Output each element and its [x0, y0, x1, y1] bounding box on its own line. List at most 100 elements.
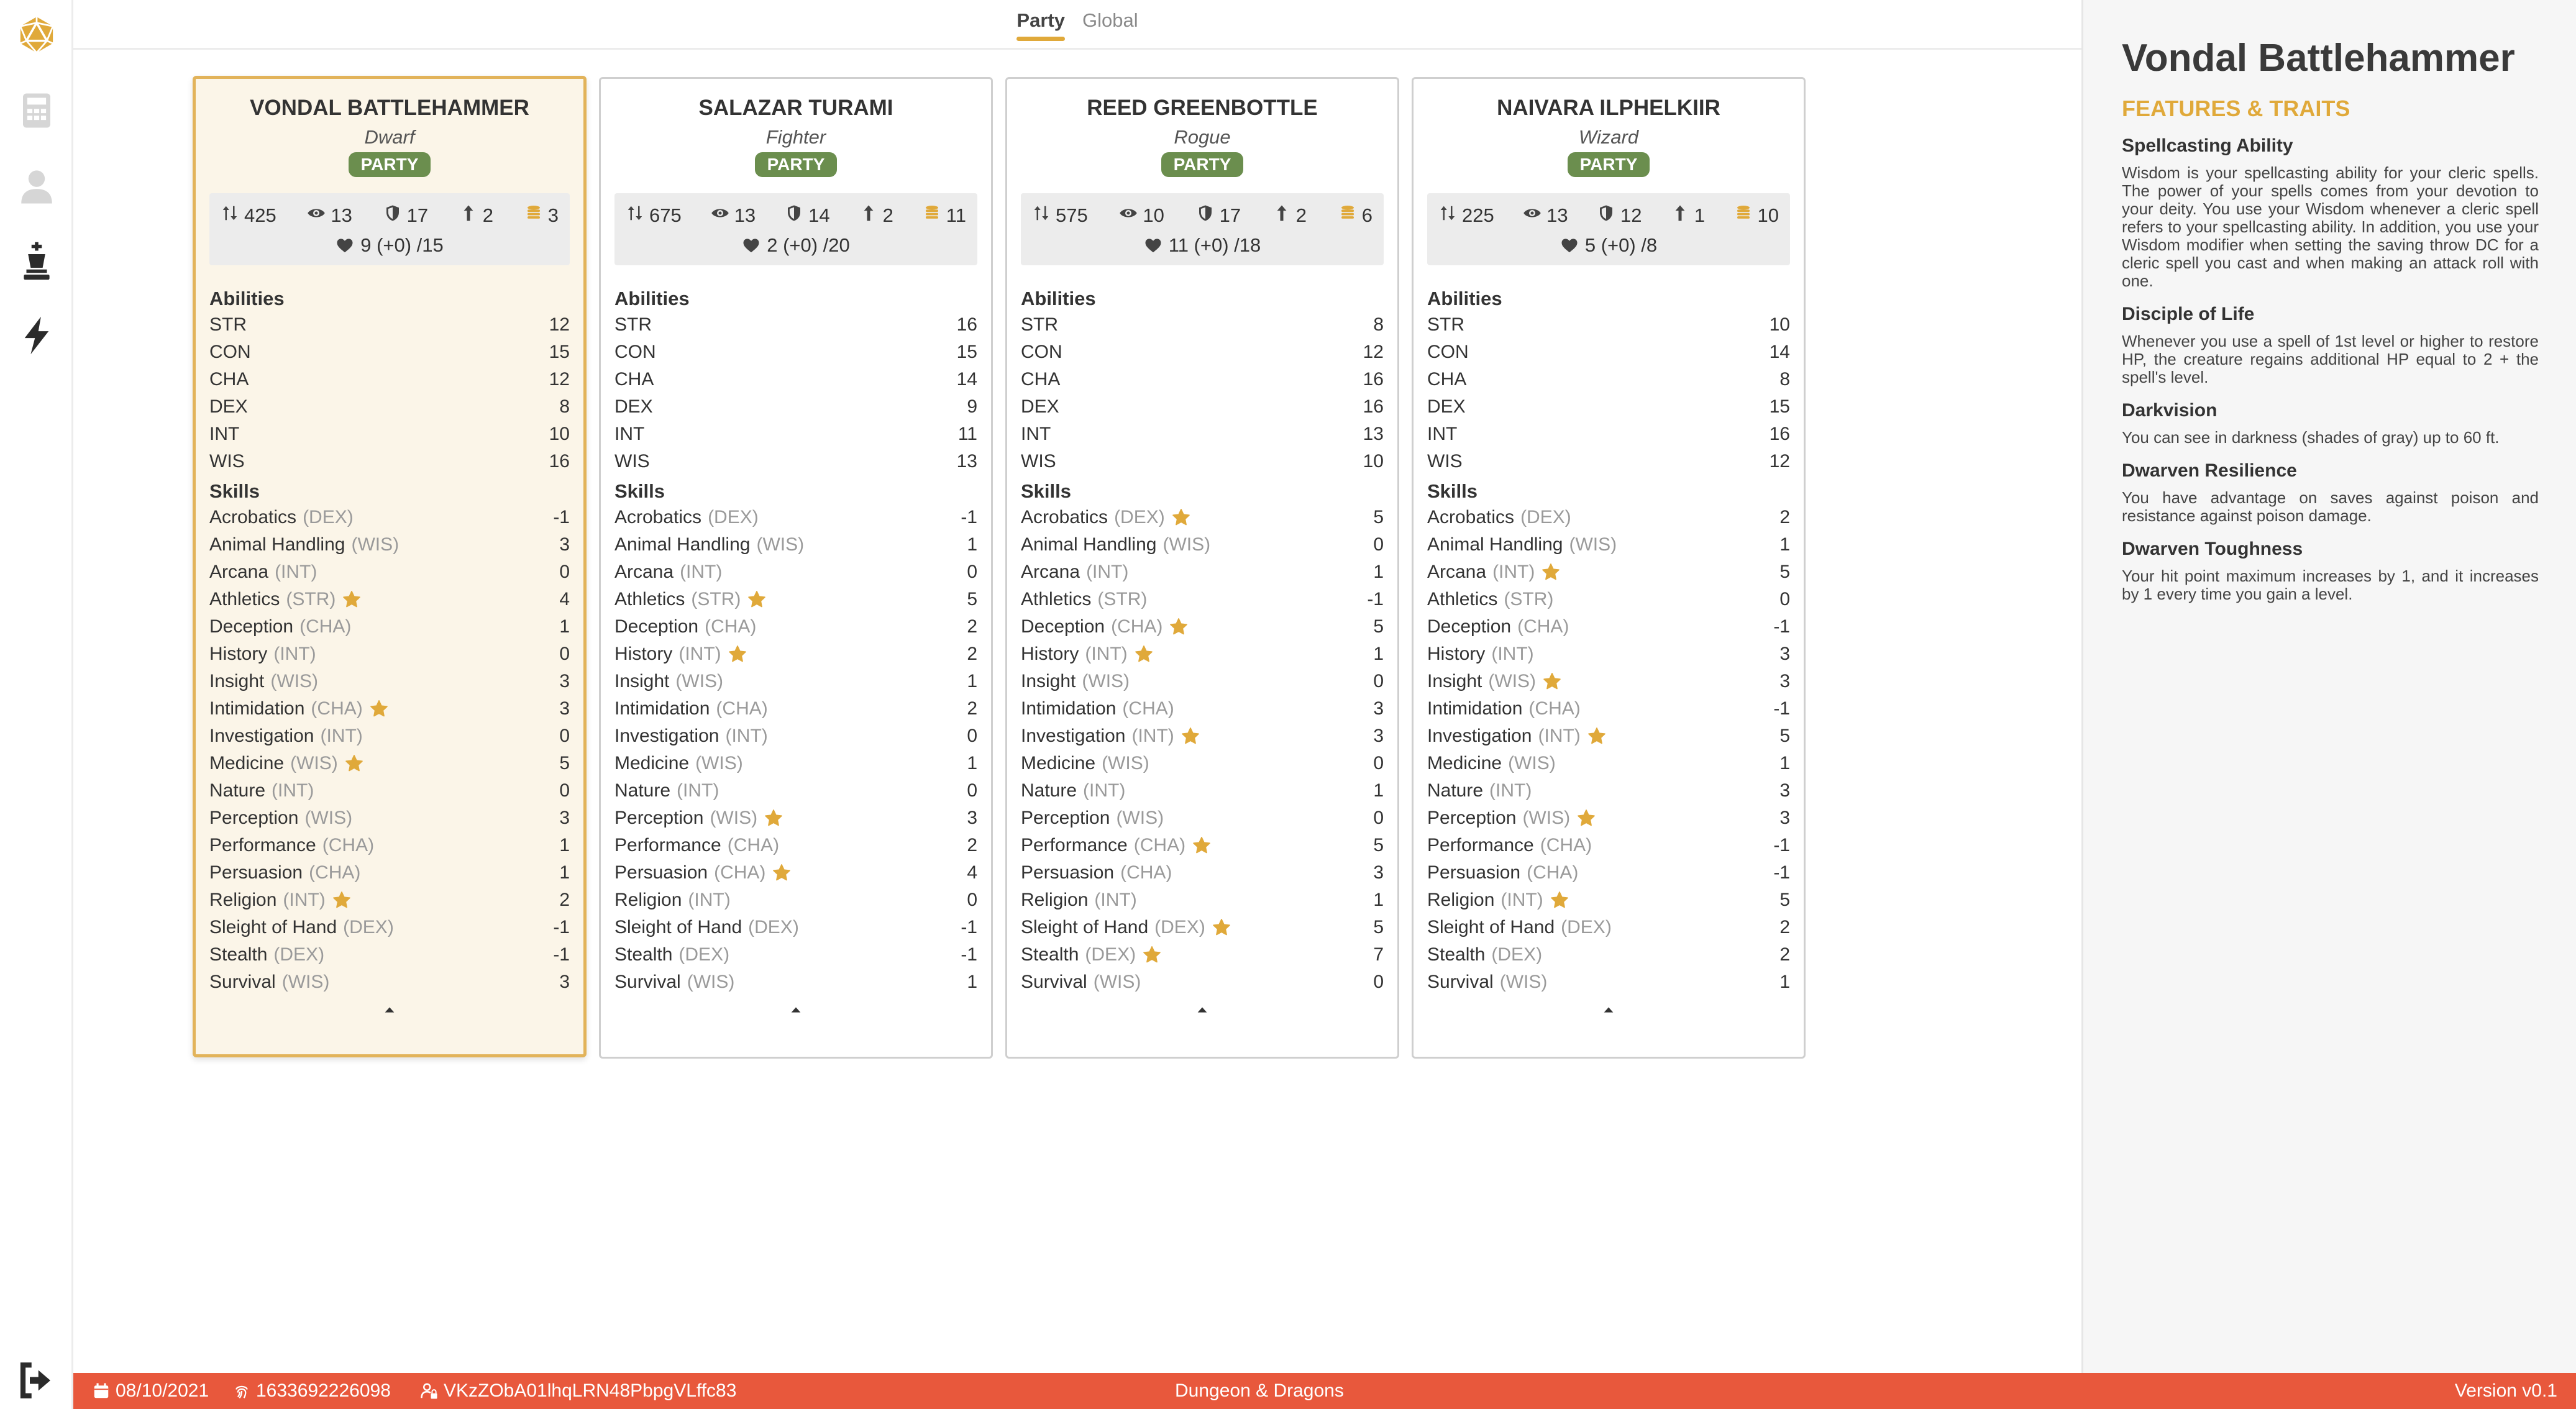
shield-icon — [383, 204, 402, 227]
skill-label: Performance (CHA) — [614, 835, 779, 856]
skill-value: 2 — [1779, 507, 1790, 527]
ability-name: CHA — [614, 369, 654, 390]
skill-label: Survival (WIS) — [1021, 972, 1141, 993]
skill-label: Intimidation (CHA) — [614, 698, 768, 719]
skill-attribute: (WIS) — [687, 972, 735, 992]
party-badge: PARTY — [1567, 152, 1650, 177]
ability-row: STR 12 — [209, 311, 570, 339]
skill-attribute: (DEX) — [343, 917, 394, 937]
skill-row: Insight (WIS) 3 — [209, 668, 570, 695]
skill-attribute: (WIS) — [1102, 753, 1149, 773]
feature-name: Spellcasting Ability — [2122, 135, 2293, 156]
skill-value: -1 — [1367, 589, 1384, 609]
skill-row: Arcana (INT) 1 — [1021, 559, 1384, 586]
skill-name: Acrobatics — [1021, 507, 1108, 527]
collapse-caret-icon[interactable] — [209, 998, 570, 1021]
skill-name: Survival — [1427, 972, 1494, 992]
chess-king-icon[interactable] — [12, 236, 62, 286]
skill-attribute: (DEX) — [1491, 944, 1543, 965]
stat-box: 225 13 12 1 10 5 (+0) /8 — [1427, 193, 1790, 265]
feature-name: Dwarven Resilience — [2122, 460, 2297, 481]
skill-label: Deception (CHA) — [209, 616, 351, 637]
skill-name: Survival — [614, 972, 681, 992]
level-up-icon — [1671, 204, 1689, 227]
ability-name: CHA — [209, 369, 249, 390]
calendar-icon — [94, 1383, 109, 1398]
calculator-icon[interactable] — [12, 86, 62, 135]
logout-icon[interactable] — [12, 1356, 62, 1405]
lightning-icon[interactable] — [12, 311, 62, 360]
stat-perception-value: 13 — [734, 204, 756, 226]
skill-value: 0 — [559, 644, 570, 664]
skill-row: Religion (INT) 1 — [1021, 887, 1384, 914]
collapse-caret-icon[interactable] — [1427, 998, 1790, 1021]
character-class: Wizard — [1578, 126, 1639, 148]
skill-value: 1 — [1779, 972, 1790, 992]
skill-attribute: (WIS) — [710, 808, 758, 828]
feature-name: Dwarven Toughness — [2122, 539, 2303, 559]
skill-name: Medicine — [209, 753, 285, 773]
skill-attribute: (INT) — [725, 726, 768, 746]
skill-attribute: (STR) — [286, 589, 336, 609]
skill-attribute: (WIS) — [1569, 534, 1617, 555]
ability-row: CHA 8 — [1427, 366, 1790, 393]
skill-name: Insight — [1021, 671, 1076, 691]
stat-perception: 13 — [1523, 204, 1568, 227]
skill-label: Sleight of Hand (DEX) — [614, 917, 799, 938]
skill-row: Medicine (WIS) 5 — [209, 750, 570, 777]
skill-name: Religion — [1021, 890, 1089, 910]
tab-party[interactable]: Party — [1016, 7, 1065, 41]
skill-value: 0 — [967, 726, 977, 746]
skill-name: Deception — [1021, 616, 1105, 637]
character-card[interactable]: VONDAL BATTLEHAMMER Dwarf PARTY 425 13 17 2 3 9 … — [193, 76, 587, 1057]
skill-value: 0 — [1373, 671, 1384, 691]
skill-label: Stealth (DEX) — [614, 944, 729, 965]
ability-name: CON — [209, 342, 251, 362]
skill-attribute: (DEX) — [1085, 944, 1136, 965]
user-icon[interactable] — [12, 162, 62, 211]
d20-icon[interactable] — [12, 10, 62, 60]
character-card[interactable]: REED GREENBOTTLE Rogue PARTY 575 10 17 2 6 11 (+… — [1005, 77, 1399, 1059]
skill-label: Medicine (WIS) — [209, 753, 364, 774]
character-card[interactable]: SALAZAR TURAMI Fighter PARTY 675 13 14 2 11 2 (+… — [599, 77, 993, 1059]
character-class: Fighter — [765, 126, 826, 148]
collapse-caret-icon[interactable] — [614, 998, 977, 1021]
skill-row: Nature (INT) 3 — [1427, 777, 1790, 805]
skill-attribute: (WIS) — [1162, 534, 1211, 555]
tab-global[interactable]: Global — [1082, 7, 1138, 41]
skill-name: Religion — [614, 890, 682, 910]
skill-name: Arcana — [209, 562, 269, 582]
skill-attribute: (CHA) — [1120, 862, 1172, 883]
skill-attribute: (WIS) — [1093, 972, 1141, 992]
proficiency-star-icon — [342, 590, 362, 609]
ability-row: CON 15 — [614, 339, 977, 366]
abilities-heading: Abilities — [209, 288, 285, 309]
level-up-icon — [459, 204, 478, 227]
skill-value: 2 — [967, 616, 977, 637]
feature-description: You can see in darkness (shades of gray)… — [2122, 428, 2500, 447]
footer-date-text: 08/10/2021 — [116, 1380, 209, 1401]
abilities-heading: Abilities — [614, 288, 690, 309]
proficiency-star-icon — [1212, 918, 1231, 937]
skill-value: 4 — [967, 862, 977, 883]
skill-name: Perception — [614, 808, 704, 828]
skill-name: Animal Handling — [614, 534, 751, 555]
collapse-caret-icon[interactable] — [1021, 998, 1384, 1021]
skill-name: Nature — [614, 780, 671, 801]
skill-attribute: (DEX) — [1520, 507, 1571, 527]
skill-label: Stealth (DEX) — [1021, 944, 1162, 965]
skill-label: Insight (WIS) — [209, 671, 318, 692]
skill-value: 5 — [1779, 726, 1790, 746]
party-badge: PARTY — [1161, 152, 1244, 177]
skill-name: Sleight of Hand — [209, 917, 337, 937]
character-card[interactable]: NAIVARA ILPHELKIIR Wizard PARTY 225 13 12 1 10 5… — [1412, 77, 1806, 1059]
skill-label: Deception (CHA) — [614, 616, 756, 637]
stat-level: 2 — [459, 204, 493, 227]
skill-name: Religion — [1427, 890, 1495, 910]
ability-row: CHA 12 — [209, 366, 570, 393]
skills-heading: Skills — [1427, 480, 1478, 502]
ability-value: 8 — [559, 396, 570, 417]
skill-value: 1 — [559, 862, 570, 883]
skill-label: Survival (WIS) — [1427, 972, 1547, 993]
ability-row: STR 10 — [1427, 311, 1790, 339]
